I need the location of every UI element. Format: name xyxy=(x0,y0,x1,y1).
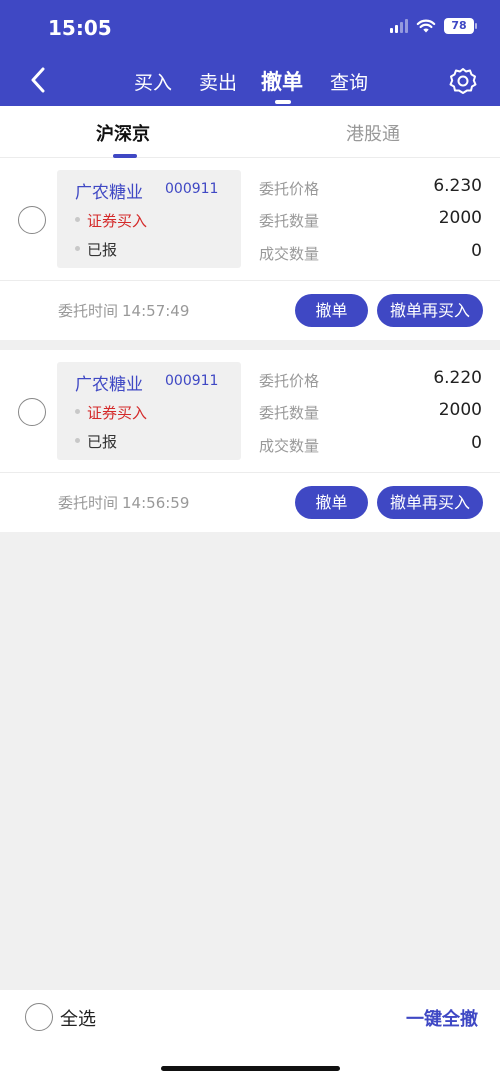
select-all-radio[interactable] xyxy=(25,1003,53,1031)
price-label: 委托价格 xyxy=(259,372,320,390)
cancel-button[interactable]: 撤单 xyxy=(295,294,368,327)
order-status: 已报 xyxy=(87,433,118,451)
active-tab-indicator xyxy=(275,100,291,104)
stock-name: 广农糖业 xyxy=(75,375,143,395)
order-type: 证券买入 xyxy=(87,404,148,422)
order-time: 委托时间 14:56:59 xyxy=(58,492,189,513)
filled-value: 0 xyxy=(471,433,482,453)
tab-query[interactable]: 查询 xyxy=(330,68,368,95)
top-header: 15:05 78 买入 卖出 撤单 查询 xyxy=(0,0,500,106)
order-card: 广农糖业 000911 证券买入 已报 委托价格 6.220 委托数量 2000… xyxy=(0,350,500,532)
order-select-radio[interactable] xyxy=(18,398,46,426)
tab-hk-connect[interactable]: 港股通 xyxy=(346,120,400,146)
quantity-label: 委托数量 xyxy=(259,404,320,422)
settings-button[interactable] xyxy=(448,66,478,96)
wifi-icon xyxy=(416,19,436,32)
bullet-dot-icon xyxy=(75,217,80,222)
quantity-label: 委托数量 xyxy=(259,212,320,230)
tab-buy[interactable]: 买入 xyxy=(134,68,172,95)
filled-value: 0 xyxy=(471,241,482,261)
status-time: 15:05 xyxy=(48,16,112,40)
cellular-signal-icon xyxy=(390,19,408,33)
divider xyxy=(0,472,500,473)
stock-info: 广农糖业 000911 证券买入 已报 xyxy=(57,362,241,460)
stock-code: 000911 xyxy=(165,373,219,389)
tab-sell[interactable]: 卖出 xyxy=(199,68,237,95)
gear-icon xyxy=(449,68,477,94)
price-value: 6.230 xyxy=(433,176,482,196)
stock-code: 000911 xyxy=(165,181,219,197)
filled-label: 成交数量 xyxy=(259,437,320,455)
select-all-label[interactable]: 全选 xyxy=(60,1005,96,1031)
stock-info: 广农糖业 000911 证券买入 已报 xyxy=(57,170,241,268)
order-type: 证券买入 xyxy=(87,212,148,230)
order-time-value: 14:57:49 xyxy=(122,302,190,320)
battery-icon: 78 xyxy=(444,18,477,34)
divider xyxy=(0,280,500,281)
price-label: 委托价格 xyxy=(259,180,320,198)
stock-name: 广农糖业 xyxy=(75,183,143,203)
cancel-rebuy-button[interactable]: 撤单再买入 xyxy=(377,294,483,327)
bullet-dot-icon xyxy=(75,438,80,443)
quantity-value: 2000 xyxy=(438,208,482,228)
chevron-left-icon xyxy=(31,67,45,93)
cancel-all-button[interactable]: 一键全撤 xyxy=(406,1005,478,1031)
order-time-label: 委托时间 xyxy=(58,494,119,512)
cancel-button[interactable]: 撤单 xyxy=(295,486,368,519)
tab-cancel-order[interactable]: 撤单 xyxy=(261,66,303,96)
bottom-action-bar: 全选 一键全撤 xyxy=(0,990,500,1082)
market-tabs: 沪深京 港股通 xyxy=(0,106,500,158)
back-button[interactable] xyxy=(26,66,50,94)
bullet-dot-icon xyxy=(75,246,80,251)
bullet-dot-icon xyxy=(75,409,80,414)
quantity-value: 2000 xyxy=(438,400,482,420)
order-time: 委托时间 14:57:49 xyxy=(58,300,189,321)
cancel-rebuy-button[interactable]: 撤单再买入 xyxy=(377,486,483,519)
order-status: 已报 xyxy=(87,241,118,259)
tab-shanghai-shenzhen-beijing[interactable]: 沪深京 xyxy=(96,120,150,146)
order-time-label: 委托时间 xyxy=(58,302,119,320)
order-select-radio[interactable] xyxy=(18,206,46,234)
home-indicator xyxy=(161,1066,340,1071)
order-time-value: 14:56:59 xyxy=(122,494,190,512)
status-icons: 78 xyxy=(390,18,477,34)
order-card: 广农糖业 000911 证券买入 已报 委托价格 6.230 委托数量 2000… xyxy=(0,158,500,340)
filled-label: 成交数量 xyxy=(259,245,320,263)
price-value: 6.220 xyxy=(433,368,482,388)
